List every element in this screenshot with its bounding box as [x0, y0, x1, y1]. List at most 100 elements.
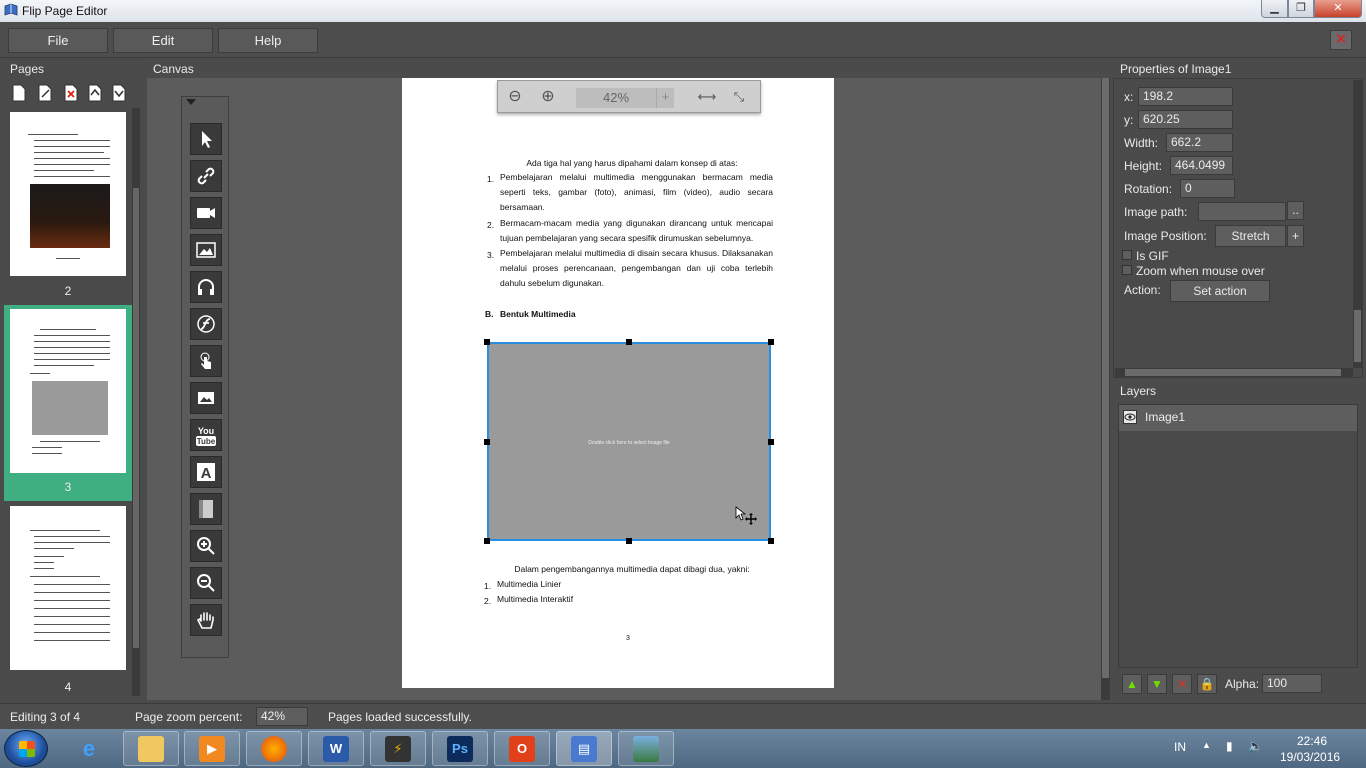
image-position-expand[interactable]: +	[1287, 225, 1304, 247]
link-tool[interactable]	[190, 160, 222, 192]
pan-tool[interactable]	[190, 604, 222, 636]
set-action-button[interactable]: Set action	[1170, 280, 1270, 302]
gallery-tool[interactable]	[190, 382, 222, 414]
move-page-up-icon[interactable]	[88, 84, 102, 102]
page-thumbnail-2[interactable]: 2	[4, 108, 132, 304]
y-field[interactable]: 620.25	[1138, 110, 1233, 129]
image1-placeholder[interactable]: Double click here to select Image file	[484, 339, 774, 544]
resize-handle[interactable]	[768, 538, 774, 544]
image-viewer-taskbar-icon[interactable]	[618, 731, 674, 766]
clock-date[interactable]: 19/03/2016	[1280, 750, 1340, 764]
height-field[interactable]: 464.0499	[1170, 156, 1233, 175]
page-thumbnail-3[interactable]: 3	[4, 305, 132, 501]
move-layer-up-icon[interactable]: ▲	[1122, 674, 1142, 694]
close-window-button[interactable]: ✕	[1314, 0, 1362, 18]
minimize-button[interactable]: ▁	[1261, 0, 1288, 18]
start-button[interactable]	[4, 730, 48, 767]
internet-explorer-taskbar-icon[interactable]: e	[61, 731, 117, 766]
collapse-icon[interactable]	[186, 99, 196, 105]
scrollbar-thumb[interactable]	[1102, 78, 1109, 678]
page-thumbnail-4[interactable]: 4	[4, 502, 132, 698]
x-field[interactable]: 198.2	[1138, 87, 1233, 106]
width-field[interactable]: 662.2	[1166, 133, 1233, 152]
resize-handle[interactable]	[484, 538, 490, 544]
zoom-mouse-over-checkbox[interactable]	[1122, 265, 1132, 275]
photoshop-taskbar-icon[interactable]: Ps	[432, 731, 488, 766]
delete-page-icon[interactable]	[64, 84, 78, 102]
maximize-button[interactable]: ❐	[1288, 0, 1314, 18]
scrollbar-thumb[interactable]	[1354, 310, 1361, 362]
firefox-taskbar-icon[interactable]	[246, 731, 302, 766]
close-editor-button[interactable]: ✕	[1330, 30, 1352, 50]
office-taskbar-icon[interactable]: O	[494, 731, 550, 766]
zoom-dropdown-button[interactable]: +	[656, 88, 674, 108]
scrollbar-thumb[interactable]	[133, 188, 139, 648]
delete-layer-icon[interactable]: ✕	[1172, 674, 1192, 694]
is-gif-label: Is GIF	[1136, 249, 1169, 263]
scrollbar-thumb[interactable]	[1125, 369, 1341, 376]
file-menu[interactable]: File	[8, 28, 108, 53]
zoom-in-tool[interactable]	[190, 530, 222, 562]
zoom-in-icon	[197, 537, 215, 555]
eye-icon[interactable]	[1123, 410, 1137, 424]
new-page-icon[interactable]	[12, 84, 26, 102]
fit-width-icon[interactable]: ⟷	[697, 88, 717, 108]
canvas-scrollbar[interactable]	[1101, 78, 1110, 700]
button-tool[interactable]	[190, 345, 222, 377]
layer-row[interactable]: Image1	[1119, 405, 1357, 431]
properties-hscrollbar[interactable]	[1115, 368, 1353, 377]
bookmark-tool[interactable]	[190, 493, 222, 525]
section-title: Bentuk Multimedia	[500, 309, 576, 319]
select-tool[interactable]	[190, 123, 222, 155]
media-player-taskbar-icon[interactable]: ▶	[184, 731, 240, 766]
file-explorer-taskbar-icon[interactable]	[123, 731, 179, 766]
resize-handle[interactable]	[484, 339, 490, 345]
resize-handle[interactable]	[626, 538, 632, 544]
edit-page-icon[interactable]	[38, 84, 52, 102]
audio-tool[interactable]	[190, 271, 222, 303]
flash-tool[interactable]	[190, 308, 222, 340]
move-page-down-icon[interactable]	[112, 84, 126, 102]
clock-time[interactable]: 22:46	[1297, 734, 1327, 748]
show-hidden-icons[interactable]: ▲	[1202, 740, 1211, 750]
image-tool[interactable]	[190, 234, 222, 266]
is-gif-checkbox[interactable]	[1122, 250, 1132, 260]
headphones-icon	[198, 279, 214, 295]
document-page[interactable]: ⊖ ⊕ 42% + ⟷ ⤡ Ada tiga hal yang harus di…	[402, 78, 834, 688]
text-tool[interactable]: A	[190, 456, 222, 488]
lock-layer-icon[interactable]: 🔒	[1197, 674, 1217, 694]
zoom-out-icon[interactable]: ⊖	[505, 88, 525, 108]
zoom-out-tool[interactable]	[190, 567, 222, 599]
properties-scrollbar[interactable]	[1353, 80, 1362, 368]
language-indicator[interactable]: IN	[1174, 740, 1186, 754]
move-layer-down-icon[interactable]: ▼	[1147, 674, 1167, 694]
youtube-tool[interactable]: You Tube	[190, 419, 222, 451]
canvas-area[interactable]: You Tube A ⊖ ⊕ 42% + ⟷ ⤡ Ada tiga hal yan…	[147, 78, 1102, 700]
pages-panel-title: Pages	[10, 62, 45, 76]
fit-page-icon[interactable]: ⤡	[729, 88, 749, 108]
image-position-dropdown[interactable]: Stretch	[1215, 225, 1286, 247]
pages-scrollbar[interactable]	[132, 108, 140, 696]
resize-handle[interactable]	[484, 439, 490, 445]
resize-handle[interactable]	[768, 439, 774, 445]
zoom-value[interactable]: 42%	[576, 88, 656, 108]
word-taskbar-icon[interactable]: W	[308, 731, 364, 766]
help-menu[interactable]: Help	[218, 28, 318, 53]
resize-handle[interactable]	[626, 339, 632, 345]
y-label: y:	[1124, 113, 1134, 127]
doc-point: Pembelajaran melalui multimedia di disai…	[500, 248, 773, 288]
winamp-taskbar-icon[interactable]: ⚡	[370, 731, 426, 766]
alpha-field[interactable]: 100	[1262, 674, 1322, 693]
page-zoom-field[interactable]: 42%	[256, 707, 308, 726]
link-icon	[197, 167, 215, 185]
zoom-in-icon[interactable]: ⊕	[538, 88, 558, 108]
image-path-field[interactable]	[1198, 202, 1286, 221]
resize-handle[interactable]	[768, 339, 774, 345]
edit-menu[interactable]: Edit	[113, 28, 213, 53]
volume-icon[interactable]: 🔈	[1248, 739, 1263, 753]
flip-page-editor-taskbar-icon[interactable]: ▤	[556, 731, 612, 766]
video-tool[interactable]	[190, 197, 222, 229]
power-icon[interactable]: ▮	[1226, 739, 1233, 753]
rotation-field[interactable]: 0	[1180, 179, 1235, 198]
browse-image-button[interactable]: ..	[1287, 201, 1304, 220]
